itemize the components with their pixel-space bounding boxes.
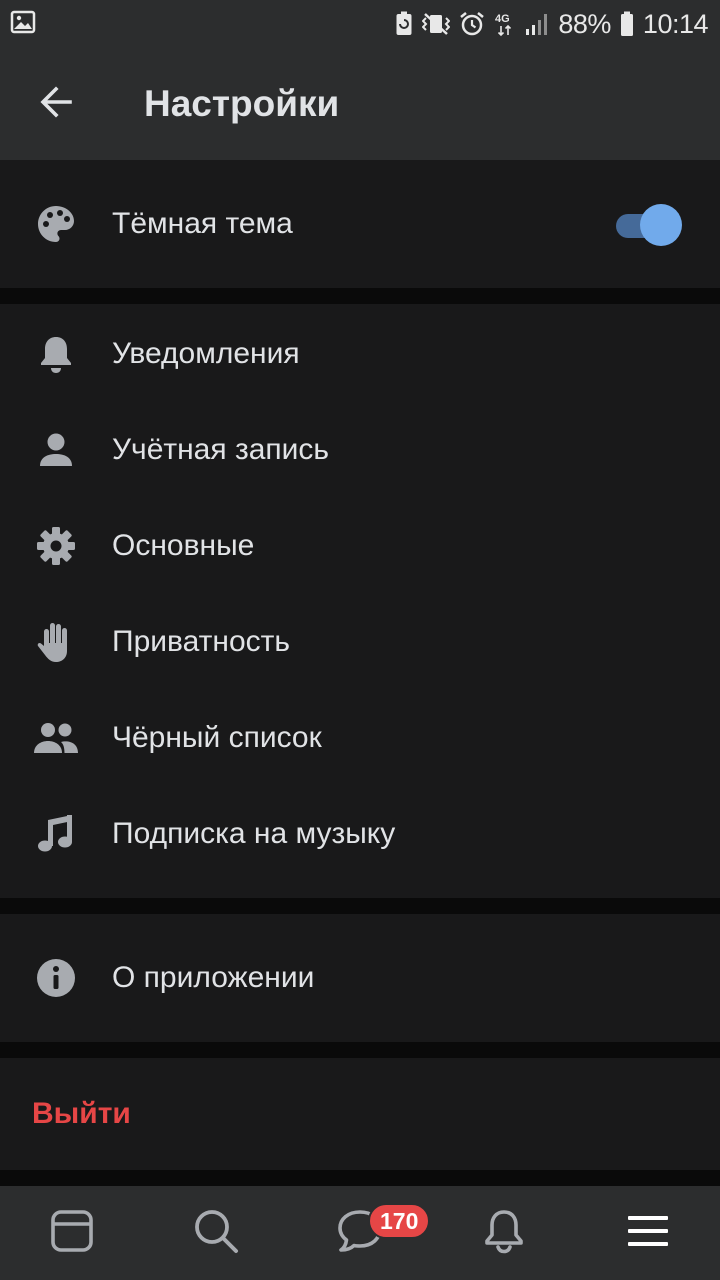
dark-theme-toggle[interactable] — [616, 204, 682, 246]
user-icon — [37, 431, 75, 469]
settings-item-label: Приватность — [112, 625, 290, 658]
settings-item-dark-theme[interactable]: Тёмная тема — [0, 160, 720, 288]
settings-item-privacy[interactable]: Приватность — [0, 594, 720, 690]
network-4g-icon: 4G — [494, 11, 516, 37]
settings-item-label: Основные — [112, 529, 255, 562]
settings-item-label: О приложении — [112, 961, 315, 994]
search-icon — [193, 1208, 239, 1259]
messages-unread-badge: 170 — [368, 1203, 431, 1239]
tab-notifications[interactable] — [432, 1186, 576, 1280]
tab-menu[interactable] — [576, 1186, 720, 1280]
palette-icon — [36, 204, 76, 244]
bell-icon — [482, 1208, 526, 1259]
alarm-icon — [459, 11, 485, 37]
settings-item-label: Чёрный список — [112, 721, 322, 754]
clock: 10:14 — [642, 8, 709, 39]
settings-item-music-subscription[interactable]: Подписка на музыку — [0, 786, 720, 882]
settings-item-label: Учётная запись — [112, 433, 330, 466]
settings-item-label: Подписка на музыку — [112, 817, 396, 850]
newsfeed-icon — [50, 1209, 94, 1258]
settings-group-appearance: Тёмная тема — [0, 160, 720, 288]
logout-label: Выйти — [32, 1097, 131, 1130]
settings-item-blacklist[interactable]: Чёрный список — [0, 690, 720, 786]
menu-icon — [627, 1214, 669, 1253]
battery-percent: 88% — [558, 8, 611, 39]
tab-search[interactable] — [144, 1186, 288, 1280]
vibrate-icon — [422, 12, 451, 36]
info-icon — [36, 958, 76, 998]
tab-news[interactable] — [0, 1186, 144, 1280]
settings-group-main: Уведомления Учётная запись Основные Прив… — [0, 304, 720, 898]
logout-button[interactable]: Выйти — [0, 1058, 720, 1170]
image-notification-icon — [10, 9, 36, 40]
settings-item-label: Уведомления — [112, 337, 300, 370]
gear-icon — [36, 526, 76, 566]
hand-icon — [36, 621, 76, 663]
signal-icon — [525, 12, 549, 36]
bottom-tab-bar — [0, 1186, 720, 1280]
settings-group-logout: Выйти — [0, 1058, 720, 1170]
settings-item-general[interactable]: Основные — [0, 498, 720, 594]
page-title: Настройки — [144, 83, 340, 124]
battery-icon — [620, 11, 634, 37]
bell-icon — [37, 334, 75, 374]
back-button[interactable] — [0, 48, 112, 160]
settings-group-about: О приложении — [0, 914, 720, 1042]
settings-item-account[interactable]: Учётная запись — [0, 402, 720, 498]
arrow-left-icon — [36, 82, 76, 127]
app-header: Настройки — [0, 48, 720, 160]
settings-item-about[interactable]: О приложении — [0, 914, 720, 1042]
toggle-thumb — [640, 204, 682, 246]
svg-text:4G: 4G — [495, 13, 510, 25]
battery-saver-icon — [395, 11, 413, 37]
users-icon — [33, 721, 79, 755]
music-note-icon — [37, 814, 75, 854]
dark-theme-label: Тёмная тема — [112, 207, 293, 240]
status-bar: 4G 88% 10:14 — [0, 0, 720, 48]
settings-item-notifications[interactable]: Уведомления — [0, 306, 720, 402]
